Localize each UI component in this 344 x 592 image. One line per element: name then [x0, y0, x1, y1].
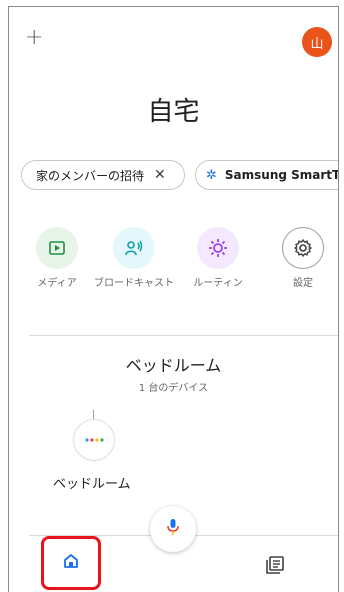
action-row: メディア ブロードキャスト ルーティン 設定 [9, 227, 338, 327]
room-name[interactable]: ベッドルーム [9, 352, 338, 376]
smartthings-chip[interactable]: ✲ Samsung SmartThin [195, 160, 339, 190]
account-avatar[interactable]: 山 [302, 27, 332, 57]
mic-icon [167, 518, 179, 540]
broadcast-icon [113, 227, 155, 269]
feed-icon [266, 556, 284, 578]
invite-members-label: 家のメンバーの招待 [36, 168, 145, 183]
device-name[interactable]: ベッドルーム [53, 473, 131, 492]
smartthings-label: Samsung SmartThin [224, 168, 339, 182]
device-count: 1 台のデバイス [138, 383, 209, 394]
broadcast-button[interactable]: ブロードキャスト [94, 227, 174, 290]
snowflake-icon: ✲ [206, 167, 217, 183]
home-icon [63, 553, 79, 573]
app-frame: + 山 自宅 家のメンバーの招待 ✕ ✲ Samsung SmartThin メ… [8, 6, 339, 592]
section-divider [29, 335, 338, 336]
feed-tab-button[interactable] [266, 556, 284, 578]
home-tab-button[interactable] [41, 536, 101, 590]
media-label: メディア [37, 278, 77, 289]
settings-label: 設定 [293, 278, 313, 289]
settings-button[interactable]: 設定 [263, 227, 338, 290]
routine-button[interactable]: ルーティン [178, 227, 258, 290]
broadcast-label: ブロードキャスト [94, 278, 174, 289]
chip-row: 家のメンバーの招待 ✕ ✲ Samsung SmartThin [21, 160, 339, 192]
play-icon [36, 227, 78, 269]
gear-icon [282, 227, 324, 269]
home-title: 自宅 [147, 97, 200, 127]
routine-label: ルーティン [193, 278, 243, 289]
close-icon[interactable]: ✕ [154, 167, 166, 183]
smart-speaker-icon[interactable] [73, 419, 115, 461]
invite-members-chip[interactable]: 家のメンバーの招待 ✕ [21, 160, 185, 190]
routine-icon [197, 227, 239, 269]
media-button[interactable]: メディア [17, 227, 97, 290]
mic-button[interactable] [150, 506, 196, 552]
add-button[interactable]: + [25, 27, 43, 49]
